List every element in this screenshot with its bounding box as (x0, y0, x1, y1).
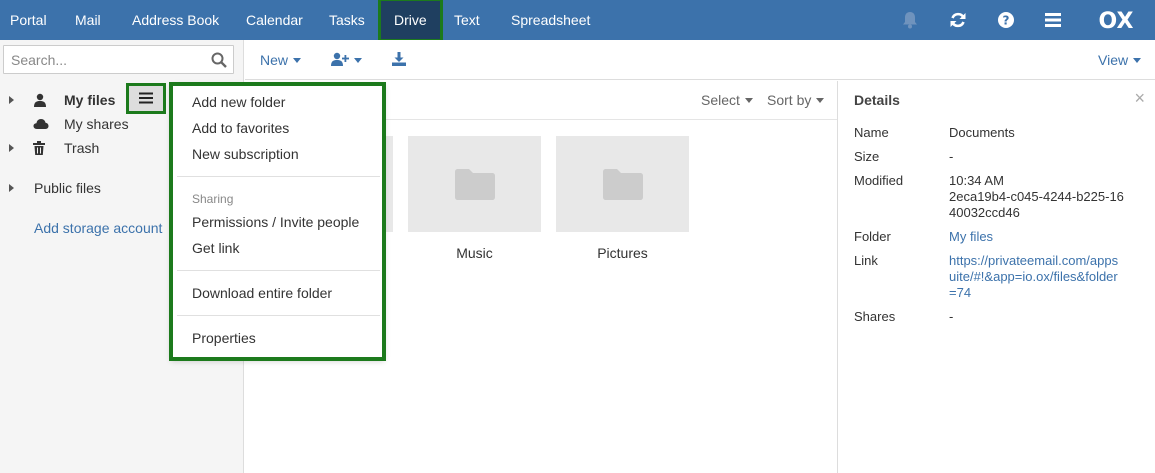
help-icon[interactable]: ? (994, 0, 1018, 40)
add-user-icon (331, 52, 349, 69)
folder-actions-button[interactable] (126, 83, 166, 114)
detail-folder-link[interactable]: My files (949, 229, 1129, 245)
menu-divider (177, 315, 380, 316)
menu-item-permissions[interactable]: Permissions / Invite people (192, 214, 359, 230)
folder-thumbnail (408, 136, 541, 232)
folder-tile[interactable]: Music (408, 136, 541, 261)
add-storage-account-label: Add storage account (34, 220, 163, 236)
hamburger-icon (139, 91, 153, 107)
svg-text:?: ? (1003, 14, 1010, 28)
detail-value: - (949, 149, 954, 164)
view-dropdown-button[interactable]: View (1098, 40, 1142, 80)
tree-label-my-shares: My shares (64, 116, 129, 132)
detail-label: Size (854, 149, 880, 164)
folder-context-menu: Add new folder Add to favorites New subs… (169, 82, 386, 361)
app-portal[interactable]: Portal (10, 0, 47, 40)
folder-thumbnail (556, 136, 689, 232)
chevron-down-icon (293, 57, 302, 63)
menu-divider (177, 176, 380, 177)
detail-label: Shares (854, 309, 896, 324)
detail-label: Modified (854, 173, 904, 188)
tree-label-trash: Trash (64, 140, 100, 156)
close-icon[interactable]: × (1134, 88, 1145, 109)
menu-icon[interactable] (1041, 0, 1065, 40)
folder-name: Music (456, 245, 493, 261)
download-button[interactable] (392, 40, 406, 80)
bell-icon[interactable] (898, 0, 922, 40)
menu-item-new-subscription[interactable]: New subscription (192, 146, 299, 162)
expand-caret-icon[interactable] (9, 96, 14, 104)
menu-item-add-to-favorites[interactable]: Add to favorites (192, 120, 289, 136)
app-address-book[interactable]: Address Book (132, 0, 219, 40)
detail-label: Name (854, 125, 889, 140)
details-panel: Details × Name Documents Size - Modified… (837, 81, 1155, 473)
top-navigation-bar: Portal Mail Address Book Calendar Tasks … (0, 0, 1155, 42)
refresh-icon[interactable] (946, 0, 970, 40)
app-tasks[interactable]: Tasks (329, 0, 365, 40)
tree-label-public-files: Public files (34, 180, 101, 196)
search-box (3, 45, 234, 74)
detail-label: Folder (854, 229, 891, 244)
tree-label-my-files: My files (64, 92, 116, 108)
new-label: New (260, 52, 289, 68)
chevron-down-icon (816, 97, 825, 103)
chevron-down-icon (744, 97, 753, 103)
folder-name: Pictures (597, 245, 648, 261)
download-icon (392, 51, 406, 69)
folder-icon (454, 169, 495, 200)
app-drive[interactable]: Drive (378, 0, 443, 42)
chevron-down-icon (354, 57, 362, 63)
trash-icon (33, 141, 45, 155)
ox-logo: OX (1088, 0, 1146, 40)
drive-toolbar: New View (245, 40, 1155, 80)
detail-value: - (949, 309, 954, 324)
view-label: View (1098, 52, 1129, 68)
menu-item-properties[interactable]: Properties (192, 330, 256, 346)
svg-text:OX: OX (1099, 9, 1134, 31)
new-dropdown-button[interactable]: New (260, 40, 302, 80)
sort-label: Sort by (767, 92, 812, 108)
app-spreadsheet[interactable]: Spreadsheet (511, 0, 590, 40)
search-icon[interactable] (211, 52, 227, 71)
cloud-icon (33, 118, 49, 130)
app-calendar[interactable]: Calendar (246, 0, 303, 40)
detail-id-value: 2eca19b4-c045-4244-b225-1640032ccd46 (949, 189, 1124, 220)
expand-caret-icon[interactable] (9, 184, 14, 192)
app-text[interactable]: Text (454, 0, 480, 40)
search-input[interactable] (4, 46, 204, 73)
share-dropdown-button[interactable] (331, 40, 362, 80)
app-mail[interactable]: Mail (75, 0, 101, 40)
select-label: Select (701, 92, 740, 108)
detail-value: Documents (949, 125, 1015, 140)
expand-caret-icon[interactable] (9, 144, 14, 152)
menu-item-add-new-folder[interactable]: Add new folder (192, 94, 285, 110)
detail-label: Link (854, 253, 878, 268)
chevron-down-icon (1133, 57, 1142, 63)
detail-value: 10:34 AM (949, 173, 1004, 188)
detail-link-url[interactable]: https://privateemail.com/appsuite/#!&app… (949, 253, 1124, 301)
menu-divider (177, 270, 380, 271)
folder-tile[interactable]: Pictures (556, 136, 689, 261)
select-dropdown[interactable]: Select (701, 81, 753, 119)
user-icon (33, 93, 47, 107)
sort-dropdown[interactable]: Sort by (767, 81, 825, 119)
folder-icon (602, 169, 643, 200)
details-title: Details (854, 92, 900, 108)
menu-item-get-link[interactable]: Get link (192, 240, 239, 256)
menu-section-sharing: Sharing (192, 192, 234, 206)
menu-item-download-folder[interactable]: Download entire folder (192, 285, 332, 301)
